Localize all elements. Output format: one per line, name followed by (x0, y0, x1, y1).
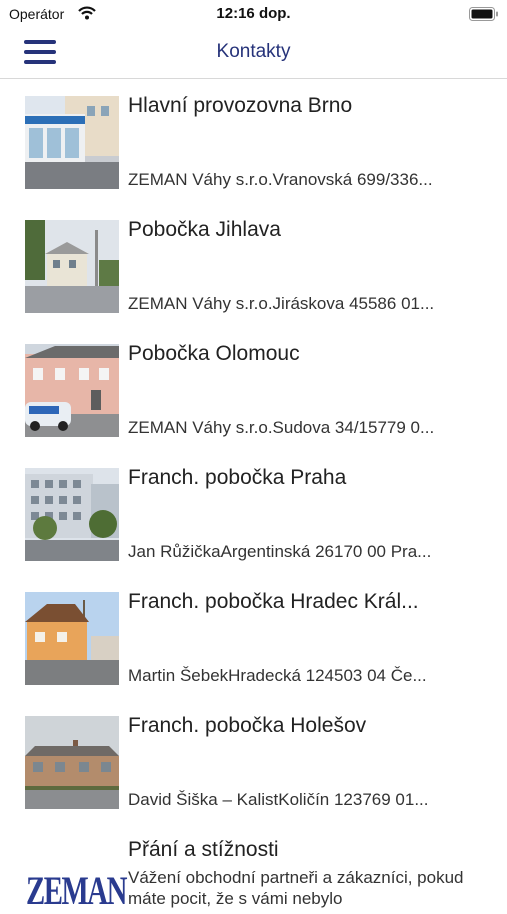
contact-item-holesov[interactable]: Franch. pobočka Holešov David Šiška – Ka… (0, 699, 507, 823)
contact-title: Franch. pobočka Praha (128, 466, 347, 489)
navigation-bar: Kontakty (0, 28, 507, 79)
contact-item-hradec-kralove[interactable]: Franch. pobočka Hradec Král... Martin Še… (0, 575, 507, 699)
page-title: Kontakty (216, 41, 291, 62)
contact-item-jihlava[interactable]: Pobočka Jihlava ZEMAN Váhy s.r.o.Jirásko… (0, 203, 507, 327)
contact-address: David Šiška – KalistKoličín 123769 01... (128, 790, 429, 809)
contact-address: ZEMAN Váhy s.r.o.Jiráskova 45586 01... (128, 294, 435, 313)
branch-photo (25, 220, 119, 313)
contact-address: Martin ŠebekHradecká 124503 04 Če... (128, 666, 427, 685)
branch-photo (25, 344, 119, 437)
contact-title: Franch. pobočka Hradec Král... (128, 590, 419, 613)
contact-address: ZEMAN Váhy s.r.o.Sudova 34/15779 0... (128, 418, 435, 437)
contact-title: Franch. pobočka Holešov (128, 714, 367, 737)
branch-photo (25, 716, 119, 809)
status-time: 12:16 dop. (216, 5, 291, 22)
contact-title: Pobočka Olomouc (128, 342, 300, 365)
feedback-description: Vážení obchodní partneři a zákazníci, po… (128, 868, 464, 908)
contact-address: ZEMAN Váhy s.r.o.Vranovská 699/336... (128, 170, 433, 189)
battery-icon (469, 7, 499, 26)
contact-item-brno[interactable]: Hlavní provozovna Brno ZEMAN Váhy s.r.o.… (0, 79, 507, 203)
contact-item-feedback[interactable]: ZEMAN Přání a stížnosti Vážení obchodní … (0, 823, 507, 913)
contact-item-olomouc[interactable]: Pobočka Olomouc ZEMAN Váhy s.r.o.Sudova … (0, 327, 507, 451)
contact-item-praha[interactable]: Franch. pobočka Praha Jan RůžičkaArgenti… (0, 451, 507, 575)
branch-photo (25, 96, 119, 189)
contact-address: Jan RůžičkaArgentinská 26170 00 Pra... (128, 542, 432, 561)
branch-photo (25, 592, 119, 685)
zeman-logo: ZEMAN (26, 868, 127, 913)
contact-title: Pobočka Jihlava (128, 218, 281, 241)
feedback-title: Přání a stížnosti (128, 838, 279, 861)
contact-title: Hlavní provozovna Brno (128, 94, 353, 117)
status-bar: Operátor 12:16 dop. (0, 0, 507, 28)
branch-photo (25, 468, 119, 561)
